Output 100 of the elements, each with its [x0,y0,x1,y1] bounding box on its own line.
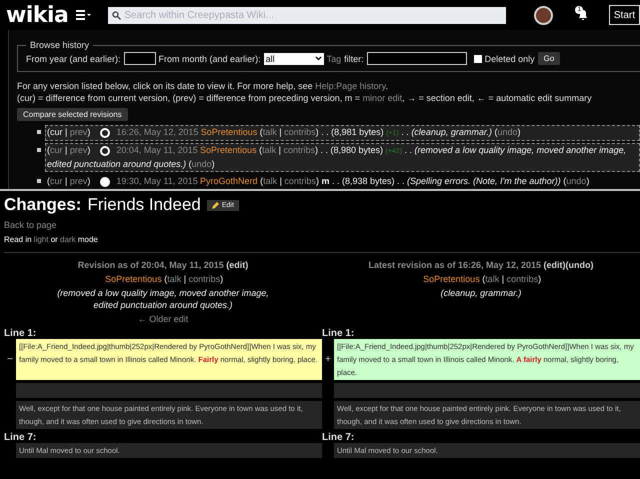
bell-icon[interactable] [577,9,590,21]
link[interactable]: Help:Page history [315,81,386,91]
search-icon [112,10,122,20]
link[interactable]: contribs [284,127,316,137]
text: ( [258,127,263,137]
pencil-icon [212,202,219,208]
text: . . [400,127,410,137]
user-link[interactable]: SoPretentious [105,274,162,284]
link[interactable]: 20:04, May 11, 2015 [116,145,198,155]
link[interactable]: dark [60,235,76,244]
text: ) [220,274,224,284]
field-label: From year (and earlier): [26,54,121,64]
link[interactable]: 16:26, May 12, 2015 [116,127,198,137]
line-number: Line 1: [322,328,356,339]
start-button[interactable]: Start [608,5,640,25]
back-link[interactable]: Back to page [4,220,57,230]
compare-button[interactable]: Compare selected revisions [17,108,128,121]
year-field[interactable] [124,52,156,65]
link[interactable]: talk [263,176,278,186]
edit-summary: (cleanup, grammar.) [411,127,492,137]
link[interactable]: prev [70,127,88,137]
link[interactable]: talk [262,145,276,155]
text: | [278,145,282,155]
link[interactable]: (edit) [544,260,566,270]
link[interactable]: cur [50,145,63,155]
link[interactable]: undo [192,159,212,169]
link[interactable]: contribs [188,274,220,284]
text: ) [316,176,320,186]
revision-radio[interactable] [100,146,110,156]
edit-summary: (removed a low quality image, moved another image, edited punctuation around quotes.) [57,288,269,310]
line-number: Line 1: [4,328,38,339]
text: ) . . (8,981 bytes) [316,127,385,137]
revision-radio[interactable] [100,176,110,187]
text: For any version listed below, click on its date to view it. For more help, see [17,81,314,91]
minor-mark: m [321,176,330,186]
link[interactable]: undo [498,127,518,137]
text: | [64,176,68,186]
user-link[interactable]: PyroGothNerd [200,176,258,186]
link[interactable]: ← Older edit [138,314,188,324]
avatar[interactable] [534,6,554,24]
link[interactable]: talk [485,274,500,284]
text: . [386,81,388,91]
user-link[interactable]: SoPretentious [423,274,480,284]
text: Read in [4,235,33,244]
link[interactable]: talk [262,127,277,137]
edit-summary: (removed a low quality image, moved another image, [414,145,626,155]
text: ( [259,176,264,186]
revision-heading: Revision as of 20:04, May 11, 2015 [78,260,225,270]
link[interactable]: cur [50,176,63,186]
text: ) . . (8,980 bytes) [314,145,384,155]
text: ) [212,159,215,169]
text: ( [47,145,50,155]
text: ) [586,176,590,186]
link[interactable]: (undo) [566,260,594,270]
link[interactable]: contribs [283,145,315,155]
text: | [182,274,188,284]
edit-summary: (Spelling errors. (Note, I'm the author)) [407,176,561,186]
text: ) [87,176,90,186]
field-label: Deleted only [484,54,535,64]
edit-summary: edited punctuation around quotes.) [47,159,186,169]
tag-link[interactable]: Tag [326,54,342,64]
text: ) [538,274,542,284]
search-field[interactable]: Search within Creepypasta Wiki... [124,6,506,24]
link[interactable]: minor edit [362,93,402,103]
deleted-checkbox[interactable] [474,54,482,62]
link[interactable]: contribs [284,176,316,186]
menu-icon[interactable] [76,10,92,20]
text: mode [76,235,98,244]
text: ( [163,274,168,284]
text: ( [188,159,192,169]
user-link[interactable]: SoPretentious [200,145,257,155]
tag-field[interactable] [366,52,467,65]
field-label: filter: [344,54,364,64]
text: cur [50,127,63,137]
link[interactable]: contribs [506,274,538,284]
link[interactable]: 19:30, May 11, 2015 [116,176,198,186]
link[interactable]: talk [167,274,182,284]
text: | [64,145,68,155]
link[interactable]: prev [70,176,88,186]
link[interactable]: light [34,235,48,244]
text: . . [404,145,414,155]
text: ( [481,274,486,284]
go-button[interactable]: Go [538,52,560,65]
text: or [50,235,59,244]
link[interactable]: undo [566,176,586,186]
wikia-logo[interactable]: wikia [6,2,68,28]
text: ( [562,176,566,186]
text: | [500,274,506,284]
link[interactable]: (edit) [226,260,248,270]
user-link[interactable]: SoPretentious [200,127,258,137]
added-marker: + [324,353,332,366]
search-button[interactable] [108,6,124,24]
text: ( [258,145,262,155]
field-label: From month (and earlier): [158,54,261,64]
text: (cur) = difference from current version, (prev) = difference from preceding version, m = [17,93,362,103]
revision-radio[interactable] [100,128,110,138]
page-title-prefix: Changes: [4,195,82,215]
removed-marker: − [6,353,14,366]
month-dropdown[interactable]: all [264,52,324,64]
link[interactable]: prev [70,145,88,155]
